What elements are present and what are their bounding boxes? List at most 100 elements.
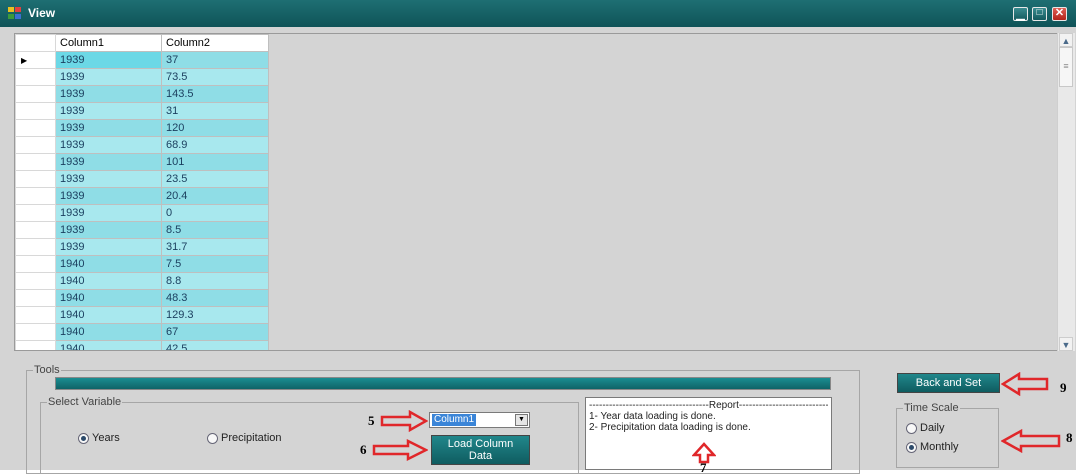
row-header[interactable] xyxy=(15,340,56,350)
grid-cell-column1[interactable]: 1939 xyxy=(55,187,162,205)
grid-cell-column1[interactable]: 1939 xyxy=(55,153,162,171)
row-header[interactable] xyxy=(15,238,56,256)
table-row[interactable]: 1940 8.8 xyxy=(15,272,269,290)
grid-cell-column2[interactable]: 23.5 xyxy=(161,170,269,188)
table-row[interactable]: 1940 42.5 xyxy=(15,340,269,350)
table-row[interactable]: 1939 20.4 xyxy=(15,187,269,205)
grid-cell-column2[interactable]: 8.8 xyxy=(161,272,269,290)
row-header-corner[interactable] xyxy=(15,34,56,52)
column-select[interactable]: Column1 ▼ xyxy=(429,412,530,428)
radio-daily[interactable]: Daily xyxy=(906,422,944,434)
grid-cell-column2[interactable]: 8.5 xyxy=(161,221,269,239)
grid-cell-column2[interactable]: 143.5 xyxy=(161,85,269,103)
row-header[interactable] xyxy=(15,255,56,273)
grid-cell-column2[interactable]: 37 xyxy=(161,51,269,69)
row-header[interactable] xyxy=(15,170,56,188)
table-row[interactable]: 1940 67 xyxy=(15,323,269,341)
table-row[interactable]: 1939 120 xyxy=(15,119,269,137)
row-header[interactable]: ▶ xyxy=(15,51,56,69)
grid-cell-column1[interactable]: 1939 xyxy=(55,136,162,154)
grid-cell-column1[interactable]: 1939 xyxy=(55,119,162,137)
grid-cell-column2[interactable]: 120 xyxy=(161,119,269,137)
row-header[interactable] xyxy=(15,204,56,222)
minimize-button[interactable]: ▁ xyxy=(1013,7,1028,21)
grid-cell-column2[interactable]: 48.3 xyxy=(161,289,269,307)
row-header[interactable] xyxy=(15,221,56,239)
row-header[interactable] xyxy=(15,136,56,154)
row-header[interactable] xyxy=(15,289,56,307)
row-header[interactable] xyxy=(15,85,56,103)
grid-cell-column1[interactable]: 1940 xyxy=(55,340,162,350)
row-header[interactable] xyxy=(15,68,56,86)
grid-cell-column2[interactable]: 129.3 xyxy=(161,306,269,324)
row-header[interactable] xyxy=(15,119,56,137)
arrow-left-icon xyxy=(1001,429,1061,453)
radio-years[interactable]: Years xyxy=(78,432,120,444)
grid-cell-column1[interactable]: 1940 xyxy=(55,289,162,307)
row-header[interactable] xyxy=(15,306,56,324)
radio-monthly[interactable]: Monthly xyxy=(906,441,959,453)
row-header[interactable] xyxy=(15,187,56,205)
scroll-thumb[interactable]: ≡ xyxy=(1059,47,1073,87)
close-button[interactable]: ✕ xyxy=(1052,7,1067,21)
grid-cell-column2[interactable]: 73.5 xyxy=(161,68,269,86)
row-header[interactable] xyxy=(15,153,56,171)
maximize-icon: □ xyxy=(1036,7,1043,18)
grid-cell-column1[interactable]: 1940 xyxy=(55,255,162,273)
grid-cell-column1[interactable]: 1939 xyxy=(55,51,162,69)
table-row[interactable]: 1939 0 xyxy=(15,204,269,222)
callout-5: 5 xyxy=(368,413,375,428)
grid-cell-column1[interactable]: 1940 xyxy=(55,272,162,290)
table-row[interactable]: 1940 7.5 xyxy=(15,255,269,273)
grid-cell-column1[interactable]: 1939 xyxy=(55,68,162,86)
back-and-set-button[interactable]: Back and Set xyxy=(897,373,1000,393)
grid-cell-column2[interactable]: 7.5 xyxy=(161,255,269,273)
load-column-data-button[interactable]: Load Column Data xyxy=(431,435,530,465)
table-row[interactable]: 1940 129.3 xyxy=(15,306,269,324)
maximize-button[interactable]: □ xyxy=(1032,7,1047,21)
select-variable-legend: Select Variable xyxy=(48,396,122,408)
table-row[interactable]: 1939 23.5 xyxy=(15,170,269,188)
radio-precipitation[interactable]: Precipitation xyxy=(207,432,282,444)
data-grid-view[interactable]: Column1 Column2 ▶ 1939 37 1939 73.5 1939 143.5… xyxy=(14,33,1074,351)
grid-cell-column1[interactable]: 1939 xyxy=(55,102,162,120)
grid-cell-column2[interactable]: 67 xyxy=(161,323,269,341)
row-header[interactable] xyxy=(15,102,56,120)
grid-cell-column2[interactable]: 101 xyxy=(161,153,269,171)
grid-cell-column1[interactable]: 1939 xyxy=(55,170,162,188)
table-row[interactable]: 1939 31.7 xyxy=(15,238,269,256)
row-header[interactable] xyxy=(15,272,56,290)
grid-cell-column2[interactable]: 31 xyxy=(161,102,269,120)
table-row[interactable]: 1939 31 xyxy=(15,102,269,120)
scroll-down-icon[interactable]: ▼ xyxy=(1059,337,1073,351)
grid-cell-column2[interactable]: 68.9 xyxy=(161,136,269,154)
scroll-up-icon[interactable]: ▲ xyxy=(1059,33,1073,47)
column-header-1[interactable]: Column1 xyxy=(55,34,162,52)
grid-header-row: Column1 Column2 xyxy=(15,34,269,52)
grid-cell-column2[interactable]: 20.4 xyxy=(161,187,269,205)
grid-cell-column1[interactable]: 1939 xyxy=(55,204,162,222)
radio-dot-precipitation xyxy=(207,432,218,444)
grid-cell-column1[interactable]: 1940 xyxy=(55,323,162,341)
grid-cell-column1[interactable]: 1939 xyxy=(55,85,162,103)
vertical-scrollbar[interactable]: ▲ ≡ ▼ xyxy=(1057,33,1075,351)
table-row[interactable]: ▶ 1939 37 xyxy=(15,51,269,69)
grid-cell-column2[interactable]: 42.5 xyxy=(161,340,269,350)
table-row[interactable]: 1939 68.9 xyxy=(15,136,269,154)
table-row[interactable]: 1939 8.5 xyxy=(15,221,269,239)
grid-cell-column1[interactable]: 1939 xyxy=(55,238,162,256)
title-bar[interactable]: View ▁ □ ✕ xyxy=(0,0,1076,27)
table-row[interactable]: 1940 48.3 xyxy=(15,289,269,307)
chevron-down-icon[interactable]: ▼ xyxy=(515,414,528,426)
grid-cell-column2[interactable]: 0 xyxy=(161,204,269,222)
table-row[interactable]: 1939 143.5 xyxy=(15,85,269,103)
table-row[interactable]: 1939 101 xyxy=(15,153,269,171)
report-header: ------------------------------------Repo… xyxy=(589,400,828,411)
table-row[interactable]: 1939 73.5 xyxy=(15,68,269,86)
grid-cell-column2[interactable]: 31.7 xyxy=(161,238,269,256)
column-header-2[interactable]: Column2 xyxy=(161,34,269,52)
grid-cell-column1[interactable]: 1939 xyxy=(55,221,162,239)
callout-8: 8 xyxy=(1066,430,1073,445)
row-header[interactable] xyxy=(15,323,56,341)
grid-cell-column1[interactable]: 1940 xyxy=(55,306,162,324)
